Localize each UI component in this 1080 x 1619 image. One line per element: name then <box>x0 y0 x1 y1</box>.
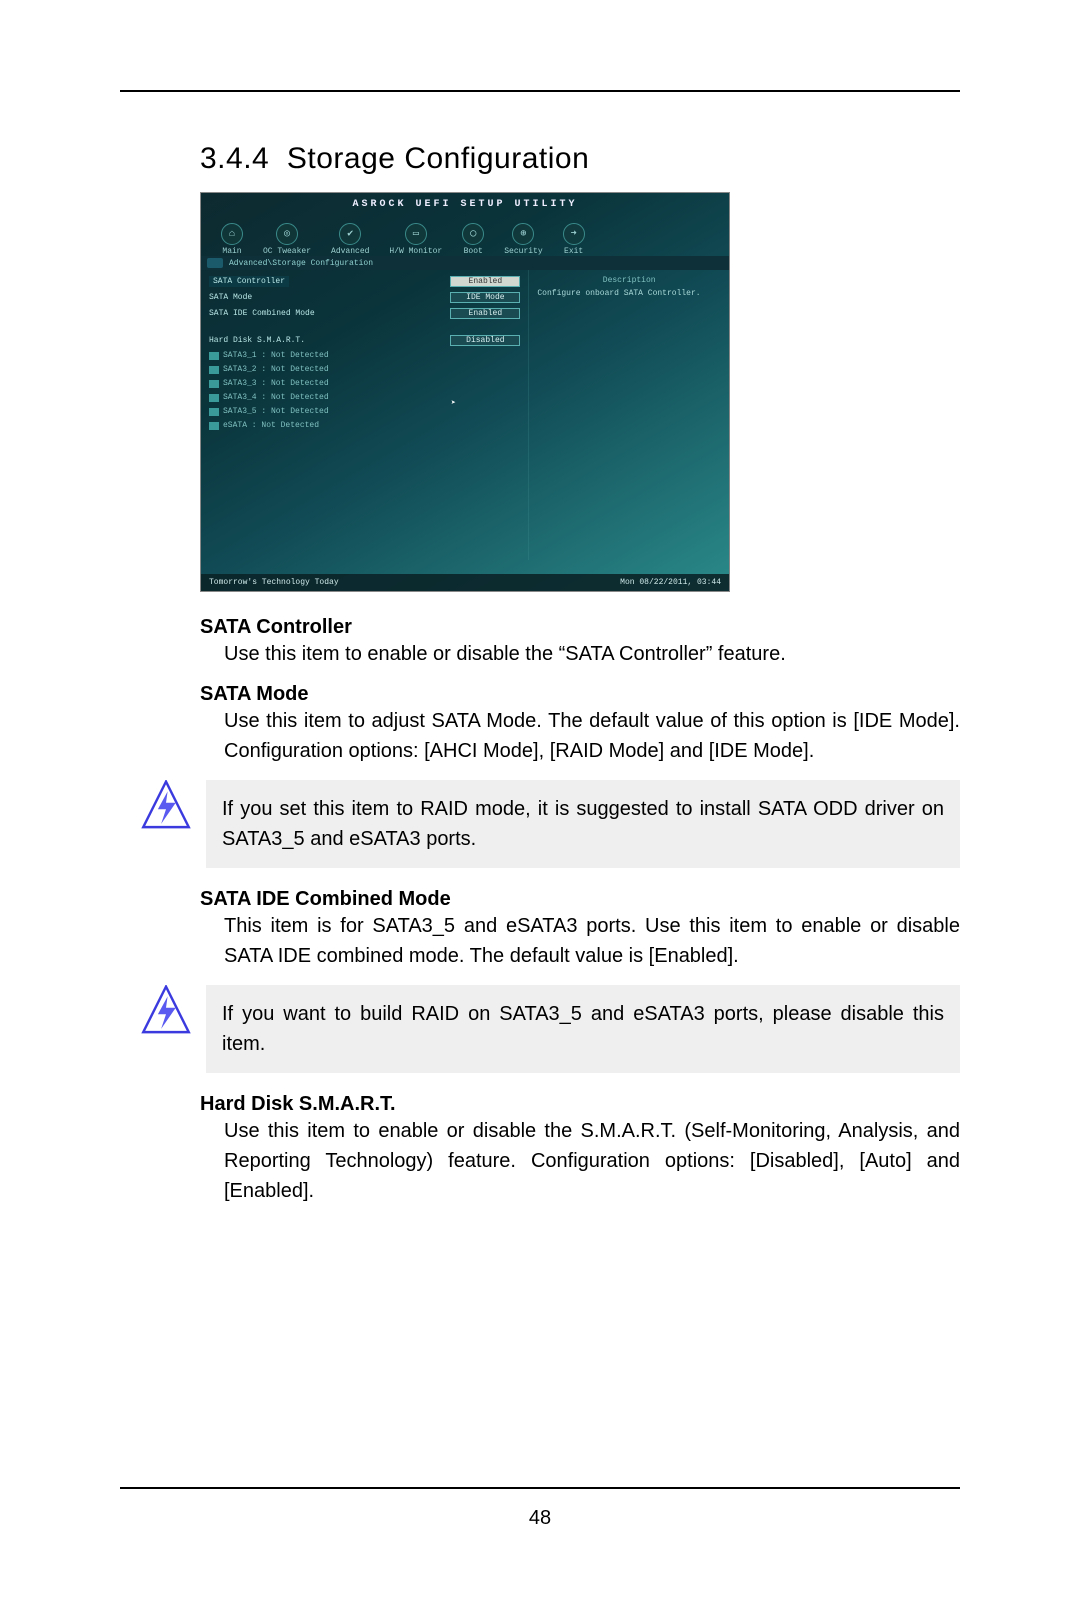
menu-oc: ◎OC Tweaker <box>253 223 321 256</box>
hdd-icon <box>209 352 219 360</box>
port-row: SATA3_5 : Not Detected <box>209 407 520 416</box>
item-title: SATA Mode <box>200 683 960 706</box>
menu-hw: ▭H/W Monitor <box>379 223 452 256</box>
menu-security: ⊕Security <box>494 223 552 256</box>
item-desc: This item is for SATA3_5 and eSATA3 port… <box>200 911 960 971</box>
row-smart: Hard Disk S.M.A.R.T. <box>209 336 305 345</box>
port-row: SATA3_3 : Not Detected <box>209 379 520 388</box>
item-desc: Use this item to enable or disable the “… <box>200 639 960 669</box>
bios-menu: ⌂Main ◎OC Tweaker ✔Advanced ▭H/W Monitor… <box>201 212 729 256</box>
section-title-text: Storage Configuration <box>287 142 589 175</box>
lightning-icon <box>140 780 192 832</box>
port-row: SATA3_2 : Not Detected <box>209 365 520 374</box>
gauge-icon: ◎ <box>276 223 298 245</box>
home-icon: ⌂ <box>221 223 243 245</box>
bios-title: ASROCK UEFI SETUP UTILITY <box>201 193 729 212</box>
item-title: SATA Controller <box>200 616 960 639</box>
val-smart: Disabled <box>450 335 520 346</box>
monitor-icon: ▭ <box>405 223 427 245</box>
val-combined: Enabled <box>450 308 520 319</box>
row-sata-controller: SATA Controller <box>209 276 289 287</box>
lightning-icon <box>140 985 192 1037</box>
power-icon: ◯ <box>462 223 484 245</box>
item-title: SATA IDE Combined Mode <box>200 888 960 911</box>
note-raid-odd: If you set this item to RAID mode, it is… <box>140 780 960 868</box>
note-raid-disable: If you want to build RAID on SATA3_5 and… <box>140 985 960 1073</box>
hdd-icon <box>209 380 219 388</box>
port-row: SATA3_1 : Not Detected <box>209 351 520 360</box>
item-desc: Use this item to adjust SATA Mode. The d… <box>200 706 960 766</box>
bios-left-pane: SATA Controller Enabled SATA Mode IDE Mode… <box>201 270 528 560</box>
shield-icon: ⊕ <box>512 223 534 245</box>
back-icon <box>207 258 223 268</box>
note-text: If you want to build RAID on SATA3_5 and… <box>206 985 960 1073</box>
wrench-icon: ✔ <box>339 223 361 245</box>
page-number: 48 <box>120 1507 960 1530</box>
right-title: Description <box>537 276 721 285</box>
hdd-icon <box>209 408 219 416</box>
port-row: eSATA : Not Detected <box>209 421 520 430</box>
footer-left: Tomorrow's Technology Today <box>209 578 339 587</box>
bios-screenshot: ASROCK UEFI SETUP UTILITY ⌂Main ◎OC Twea… <box>200 192 730 592</box>
top-rule <box>120 90 960 92</box>
val-sata-mode: IDE Mode <box>450 292 520 303</box>
row-combined: SATA IDE Combined Mode <box>209 309 315 318</box>
section-heading: 3.4.4 Storage Configuration <box>200 142 960 176</box>
item-sata-controller: SATA Controller Use this item to enable … <box>200 616 960 669</box>
hdd-icon <box>209 366 219 374</box>
bios-breadcrumb: Advanced\Storage Configuration <box>229 259 373 268</box>
right-body: Configure onboard SATA Controller. <box>537 289 721 298</box>
item-desc: Use this item to enable or disable the S… <box>200 1116 960 1206</box>
menu-exit: ➜Exit <box>553 223 595 256</box>
section-number: 3.4.4 <box>200 142 269 175</box>
hdd-icon <box>209 394 219 402</box>
menu-advanced: ✔Advanced <box>321 223 379 256</box>
item-sata-mode: SATA Mode Use this item to adjust SATA M… <box>200 683 960 766</box>
item-combined: SATA IDE Combined Mode This item is for … <box>200 888 960 971</box>
item-smart: Hard Disk S.M.A.R.T. Use this item to en… <box>200 1093 960 1206</box>
row-sata-mode: SATA Mode <box>209 293 252 302</box>
menu-boot: ◯Boot <box>452 223 494 256</box>
note-text: If you set this item to RAID mode, it is… <box>206 780 960 868</box>
cursor-icon: ➤ <box>451 398 461 412</box>
bios-right-pane: Description Configure onboard SATA Contr… <box>528 270 729 560</box>
bios-footer: Tomorrow's Technology Today Mon 08/22/20… <box>201 574 729 591</box>
port-row: SATA3_4 : Not Detected <box>209 393 520 402</box>
bottom-rule <box>120 1487 960 1489</box>
menu-main: ⌂Main <box>211 223 253 256</box>
hdd-icon <box>209 422 219 430</box>
item-title: Hard Disk S.M.A.R.T. <box>200 1093 960 1116</box>
footer-right: Mon 08/22/2011, 03:44 <box>620 578 721 587</box>
bios-breadcrumb-bar: Advanced\Storage Configuration <box>201 256 729 270</box>
val-sata-controller: Enabled <box>450 276 520 287</box>
exit-icon: ➜ <box>563 223 585 245</box>
